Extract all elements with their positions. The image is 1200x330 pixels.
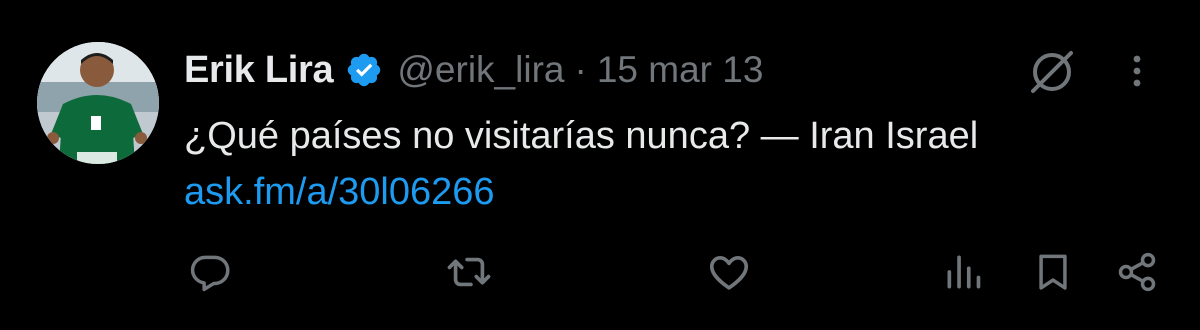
avatar[interactable] [37,42,159,164]
tweet-text: ¿Qué países no visitarías nunca? — Iran … [184,115,979,157]
display-name[interactable]: Erik Lira [184,49,334,92]
more-vertical-icon[interactable] [1123,51,1151,91]
tweet-body: ¿Qué países no visitarías nunca? — Iran … [184,108,978,220]
separator-dot: · [574,49,587,90]
tweet-card[interactable]: Erik Lira @erik_lira · 15 mar 13 ¿Qué pa… [0,0,1200,330]
user-handle[interactable]: @erik_lira [397,49,564,91]
reply-icon[interactable] [186,248,234,296]
tweet-header: Erik Lira @erik_lira · 15 mar 13 [184,46,763,94]
grok-icon[interactable] [1025,45,1079,99]
bookmark-icon[interactable] [1029,248,1077,296]
share-icon[interactable] [1113,248,1161,296]
timestamp[interactable]: 15 mar 13 [597,49,764,91]
views-chart-icon[interactable] [940,248,988,296]
heart-icon[interactable] [705,248,753,296]
retweet-icon[interactable] [445,248,493,296]
tweet-link[interactable]: ask.fm/a/30l06266 [184,164,978,220]
verified-badge-icon[interactable] [345,51,383,89]
